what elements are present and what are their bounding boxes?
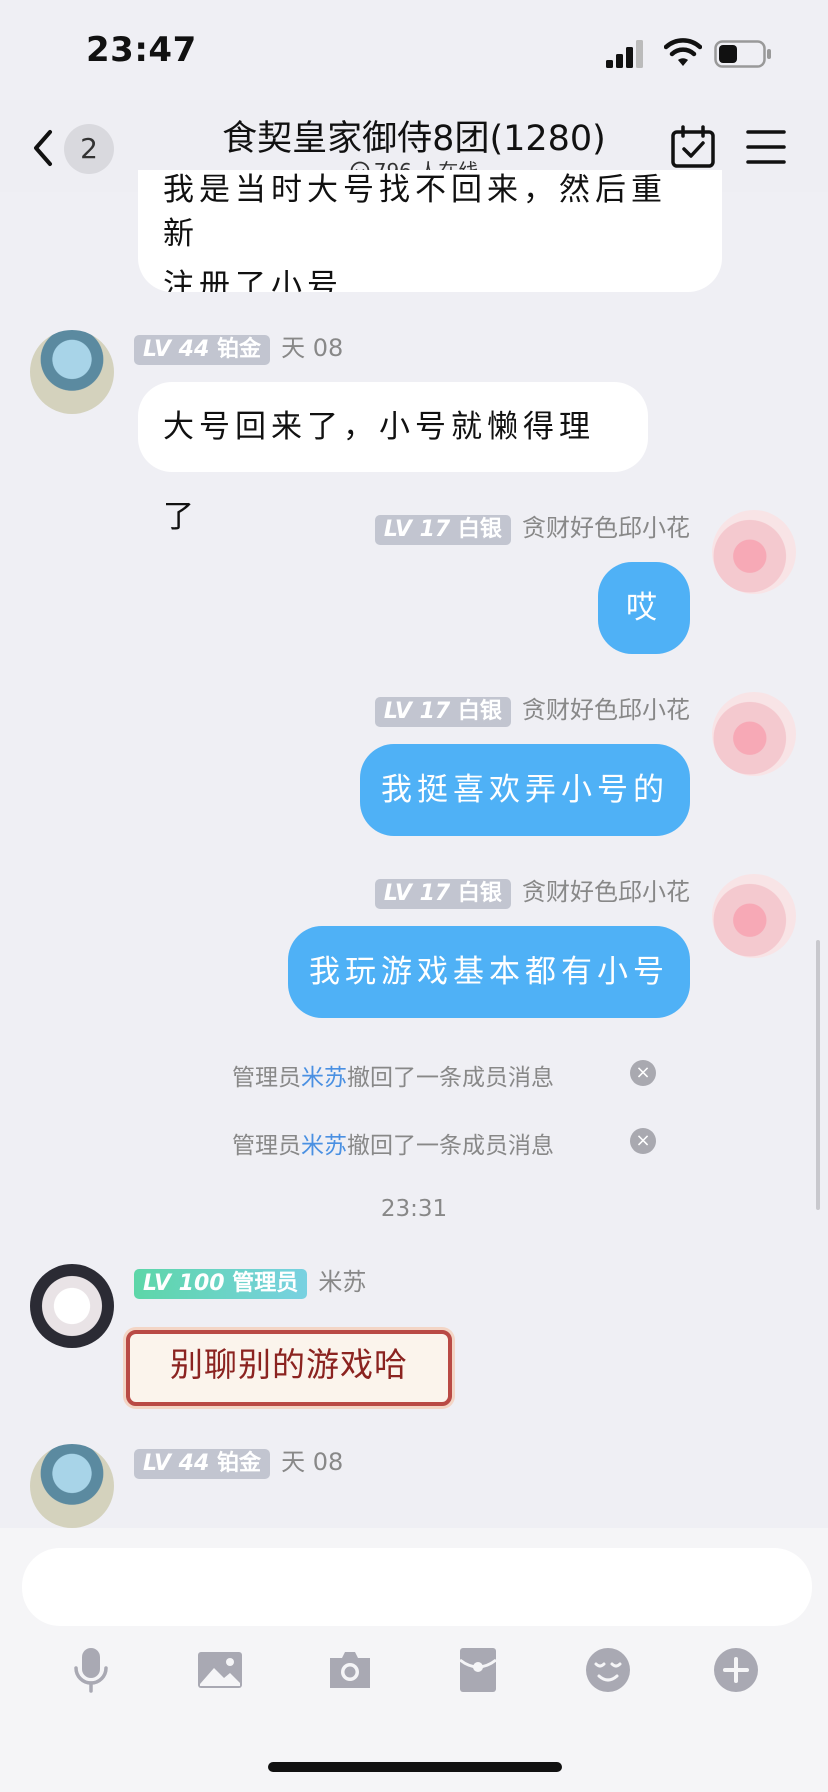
sticker-message[interactable]: 别聊别的游戏哈 bbox=[126, 1330, 452, 1406]
scrollbar[interactable] bbox=[816, 940, 820, 1210]
system-notice: 管理员米苏撤回了一条成员消息 bbox=[232, 1133, 554, 1159]
back-icon[interactable] bbox=[28, 126, 58, 170]
signal-icon bbox=[606, 40, 643, 68]
avatar[interactable] bbox=[712, 510, 796, 594]
message-bubble[interactable]: 哎 bbox=[598, 562, 690, 654]
sender-meta: LV 17 白银 贪财好色邱小花 bbox=[374, 690, 690, 727]
avatar[interactable] bbox=[30, 1264, 114, 1348]
unread-badge[interactable]: 2 bbox=[64, 124, 114, 174]
plus-icon[interactable] bbox=[712, 1646, 760, 1694]
avatar[interactable] bbox=[30, 1444, 114, 1528]
avatar[interactable] bbox=[712, 874, 796, 958]
sender-name[interactable]: 贪财好色邱小花 bbox=[522, 878, 690, 906]
close-icon[interactable]: × bbox=[630, 1128, 656, 1154]
calendar-check-icon[interactable] bbox=[670, 124, 716, 170]
sender-meta: LV 44 铂金 天 08 bbox=[134, 1442, 343, 1479]
battery-icon bbox=[714, 40, 771, 68]
sender-name[interactable]: 天 08 bbox=[281, 1448, 343, 1476]
avatar[interactable] bbox=[30, 330, 114, 414]
message-bubble[interactable]: 我是当时大号找不回来，然后重新 注册了小号 bbox=[138, 170, 722, 292]
status-time: 23:47 bbox=[86, 30, 197, 70]
close-icon[interactable]: × bbox=[630, 1060, 656, 1086]
camera-icon[interactable] bbox=[326, 1646, 374, 1694]
message-bubble[interactable]: 我玩游戏基本都有小号 bbox=[288, 926, 690, 1018]
emoji-icon[interactable] bbox=[584, 1646, 632, 1694]
message-text: 我玩游戏基本都有小号 bbox=[309, 954, 669, 990]
avatar[interactable] bbox=[712, 692, 796, 776]
message-text: 我是当时大号找不回来，然后重新 bbox=[163, 172, 667, 252]
sender-meta: LV 100 管理员 米苏 bbox=[134, 1262, 366, 1299]
menu-icon[interactable] bbox=[746, 128, 786, 166]
sender-meta: LV 17 白银 贪财好色邱小花 bbox=[374, 508, 690, 545]
group-title[interactable]: 食契皇家御侍8团(1280) bbox=[130, 110, 698, 161]
level-badge: LV 44 铂金 bbox=[134, 335, 270, 365]
level-badge: LV 100 管理员 bbox=[134, 1269, 308, 1299]
sender-name[interactable]: 天 08 bbox=[281, 334, 343, 362]
image-icon[interactable] bbox=[196, 1646, 244, 1694]
home-indicator[interactable] bbox=[268, 1762, 562, 1772]
message-text: 我挺喜欢弄小号的 bbox=[381, 772, 669, 808]
system-notice: 管理员米苏撤回了一条成员消息 bbox=[232, 1065, 554, 1091]
message-bubble[interactable]: 大号回来了，小号就懒得理了 bbox=[138, 382, 648, 535]
admin-name[interactable]: 米苏 bbox=[301, 1133, 347, 1159]
admin-name[interactable]: 米苏 bbox=[301, 1065, 347, 1091]
level-badge: LV 17 白银 bbox=[374, 515, 511, 545]
level-badge: LV 17 白银 bbox=[374, 697, 511, 727]
level-badge: LV 17 白银 bbox=[374, 879, 511, 909]
message-input[interactable] bbox=[22, 1548, 812, 1626]
sender-meta: LV 44 铂金 天 08 bbox=[134, 328, 343, 365]
sender-name[interactable]: 米苏 bbox=[318, 1268, 366, 1296]
message-text: 注册了小号 bbox=[163, 268, 343, 292]
mic-icon[interactable] bbox=[67, 1646, 115, 1694]
wifi-icon bbox=[664, 38, 702, 66]
sender-meta: LV 17 白银 贪财好色邱小花 bbox=[374, 872, 690, 909]
message-text: 哎 bbox=[626, 590, 662, 626]
level-badge: LV 44 铂金 bbox=[134, 1449, 270, 1479]
time-separator: 23:31 bbox=[380, 1196, 448, 1222]
red-packet-icon[interactable] bbox=[454, 1646, 502, 1694]
message-bubble[interactable]: 我挺喜欢弄小号的 bbox=[360, 744, 690, 836]
sender-name[interactable]: 贪财好色邱小花 bbox=[522, 696, 690, 724]
sender-name[interactable]: 贪财好色邱小花 bbox=[522, 514, 690, 542]
